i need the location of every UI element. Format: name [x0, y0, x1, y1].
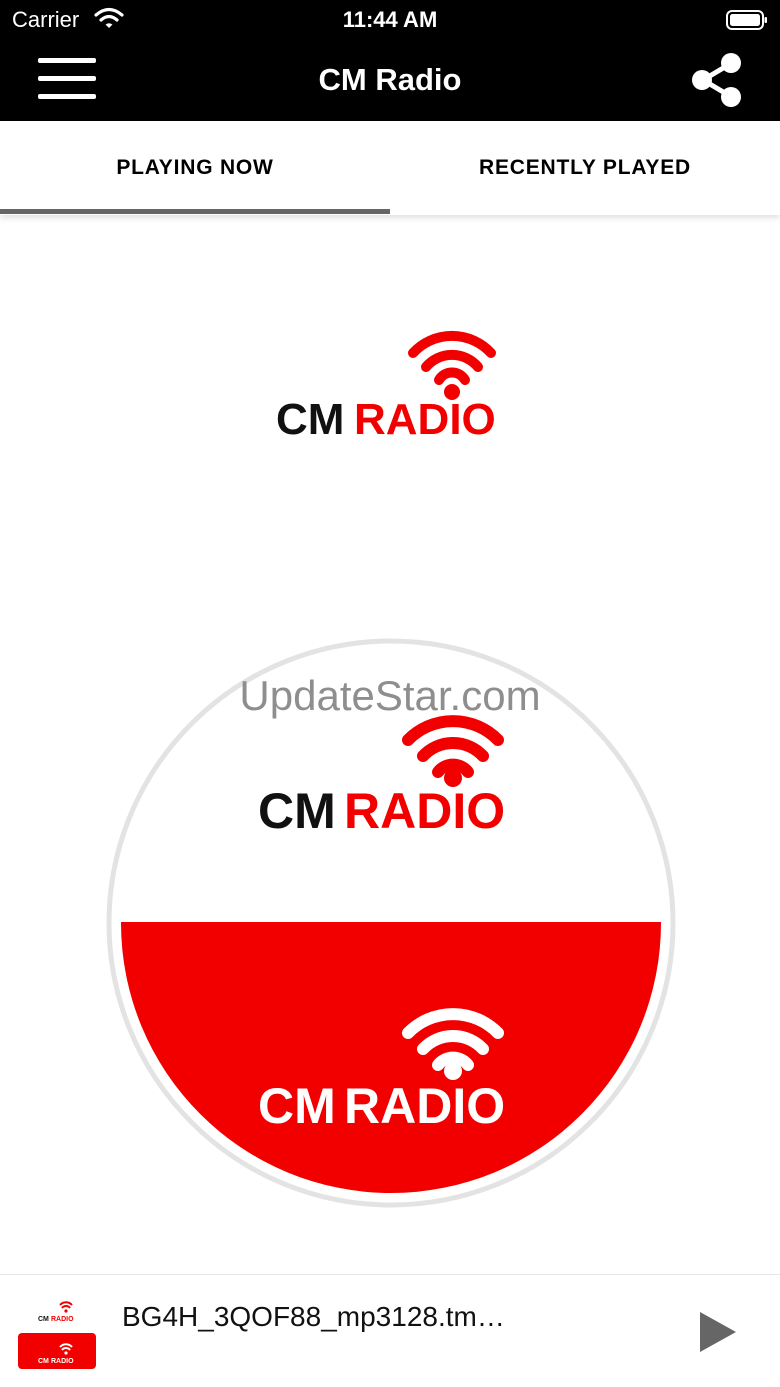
tab-recently-played[interactable]: RECENTLY PLAYED: [390, 121, 780, 215]
artwork-text-cm: CM: [258, 783, 336, 839]
navigation-bar: CM Radio: [0, 40, 780, 121]
thumb-text-cm: CM: [38, 1316, 49, 1323]
battery-icon: [726, 10, 767, 30]
track-thumbnail: CM RADIO CM RADIO: [18, 1299, 96, 1369]
tab-bar: PLAYING NOW RECENTLY PLAYED: [0, 121, 780, 215]
station-logo: CM RADIO: [276, 330, 496, 444]
album-artwork: CM RADIO CM RADIO: [106, 638, 676, 1208]
logo-text-radio: RADIO: [354, 395, 496, 444]
thumb-text-cm-inverted: CM: [38, 1358, 49, 1365]
share-icon[interactable]: [690, 52, 744, 108]
logo-text-cm: CM: [276, 395, 344, 444]
tab-playing-now[interactable]: PLAYING NOW: [0, 121, 390, 215]
status-time: 11:44 AM: [342, 7, 438, 32]
app-title: CM Radio: [318, 62, 462, 97]
artwork-text-radio-inverted: RADIO: [344, 1078, 505, 1134]
artwork-text-cm-inverted: CM: [258, 1078, 336, 1134]
play-icon[interactable]: [698, 1311, 738, 1353]
thumb-text-radio-inverted: RADIO: [51, 1358, 74, 1365]
broadcast-signal-icon: [408, 330, 496, 400]
hamburger-menu-icon[interactable]: [38, 56, 98, 102]
thumb-text-radio: RADIO: [51, 1316, 74, 1323]
track-title: BG4H_3QOF88_mp3128.tm…: [122, 1301, 505, 1332]
artwork-text-radio: RADIO: [344, 783, 505, 839]
mini-player[interactable]: CM RADIO CM RADIO BG4H_3QOF88_mp3128.tm…: [0, 1274, 780, 1387]
status-bar: Carrier 11:44 AM: [0, 0, 780, 40]
active-tab-indicator: [0, 209, 390, 214]
